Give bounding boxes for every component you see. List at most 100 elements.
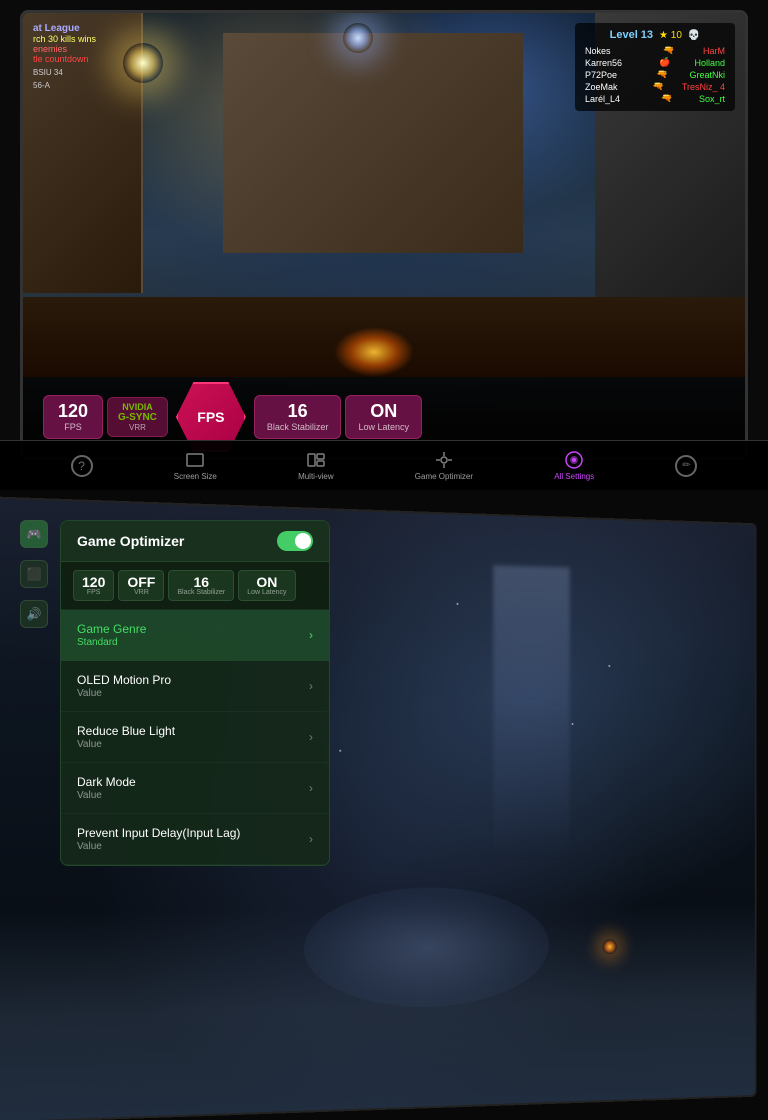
- menu-item-title: Game Genre: [77, 622, 146, 636]
- panel-title: Game Optimizer: [77, 533, 184, 549]
- menu-item-left: OLED Motion Pro Value: [77, 673, 171, 699]
- black-label: Black Stabilizer: [267, 422, 329, 432]
- optimizer-toggle[interactable]: [277, 531, 313, 551]
- all-settings-icon[interactable]: [564, 450, 584, 470]
- hud-kills: rch 30 kills wins: [33, 34, 96, 44]
- menu-item-value: Standard: [77, 637, 146, 648]
- help-nav-item[interactable]: ?: [71, 455, 93, 477]
- menu-item-game-genre[interactable]: Game Genre Standard ›: [61, 610, 329, 661]
- panel-black-label: Black Stabilizer: [177, 589, 225, 596]
- score-row: Nokes 🔫 HarM: [585, 45, 725, 56]
- gun-icon: 🔫: [663, 45, 674, 56]
- snow-particle: [571, 723, 573, 725]
- screen-size-nav-item[interactable]: Screen Size: [174, 450, 217, 481]
- panel-fps-stat: 120 FPS: [73, 570, 114, 601]
- device-icon: 🍎: [659, 57, 670, 68]
- multiview-label: Multi-view: [298, 472, 334, 481]
- score-row: P72Poe 🔫 GreatNki: [585, 69, 725, 80]
- menu-item-left: Reduce Blue Light Value: [77, 724, 175, 750]
- gun-icon: 🔫: [657, 69, 668, 80]
- multiview-icon[interactable]: [306, 450, 326, 470]
- fps-center-value: FPS: [197, 410, 224, 424]
- menu-item-prevent-input-delayinput-lag[interactable]: Prevent Input Delay(Input Lag) Value ›: [61, 814, 329, 865]
- chevron-right-icon: ›: [309, 628, 313, 642]
- player-name: P72Poe: [585, 70, 635, 80]
- all-settings-nav-item[interactable]: All Settings: [554, 450, 594, 481]
- skull-icon: 💀: [688, 30, 700, 41]
- snow-particle: [609, 665, 611, 667]
- snow-particle: [340, 750, 342, 752]
- snow-particle: [457, 603, 459, 605]
- side-rail: 🎮 ⬛ 🔊: [20, 520, 52, 628]
- game-optimizer-nav-item[interactable]: Game Optimizer: [415, 450, 473, 481]
- player-name: Larél_L4: [585, 94, 635, 104]
- menu-item-reduce-blue-light[interactable]: Reduce Blue Light Value ›: [61, 712, 329, 763]
- menu-item-title: Reduce Blue Light: [77, 724, 175, 738]
- gamepad-rail-icon[interactable]: 🎮: [20, 520, 48, 548]
- menu-item-oled-motion-pro[interactable]: OLED Motion Pro Value ›: [61, 661, 329, 712]
- light-center: [343, 23, 373, 53]
- menu-item-value: Value: [77, 688, 171, 699]
- hud-scoreboard: Level 13 ★ 10 💀 Nokes 🔫 HarM Karren56 🍎 …: [575, 23, 735, 111]
- multiview-nav-item[interactable]: Multi-view: [298, 450, 334, 481]
- player-name: ZoeMak: [585, 82, 635, 92]
- muzzle-flash: [334, 327, 414, 377]
- chevron-right-icon: ›: [309, 832, 313, 846]
- team2-score: Sox_rt: [699, 94, 725, 104]
- screen-rail-icon[interactable]: ⬛: [20, 560, 48, 588]
- level-badge: Level 13 ★ 10 💀: [585, 29, 725, 41]
- score-row: Larél_L4 🔫 Sox_rt: [585, 93, 725, 104]
- panel-vrr-label: VRR: [127, 589, 155, 596]
- hud-enemies: enemies: [33, 44, 96, 54]
- building-center: [223, 33, 523, 253]
- top-section: at League rch 30 kills wins enemies tle …: [0, 0, 768, 490]
- score-row: ZoeMak 🔫 TresNiz_ 4: [585, 81, 725, 92]
- waterfall: [493, 565, 569, 861]
- panel-fps-value: 120: [82, 575, 105, 589]
- fps-stat-badge: 120 FPS: [43, 395, 103, 439]
- screen-size-icon[interactable]: [185, 450, 205, 470]
- player-name: Karren56: [585, 58, 635, 68]
- nvidia-logo: NVIDIA: [122, 402, 153, 412]
- panel-header: Game Optimizer: [61, 521, 329, 562]
- level-text: Level 13: [610, 29, 653, 41]
- panel-latency-stat: ON Low Latency: [238, 570, 295, 601]
- menu-item-value: Value: [77, 790, 136, 801]
- gun-icon: 🔫: [653, 81, 664, 92]
- menu-item-value: Value: [77, 841, 240, 852]
- player-name: Nokes: [585, 46, 635, 56]
- latency-value: ON: [358, 402, 409, 420]
- edit-icon[interactable]: ✏: [675, 455, 697, 477]
- menu-item-left: Prevent Input Delay(Input Lag) Value: [77, 826, 240, 852]
- panel-vrr-value: OFF: [127, 575, 155, 589]
- menu-item-left: Dark Mode Value: [77, 775, 136, 801]
- gsync-sub: VRR: [129, 423, 146, 432]
- menu-item-dark-mode[interactable]: Dark Mode Value ›: [61, 763, 329, 814]
- team1-score: TresNiz_ 4: [682, 82, 725, 92]
- gsync-badge: NVIDIA G-SYNC VRR: [107, 397, 168, 437]
- toggle-knob: [295, 533, 311, 549]
- game-optimizer-label: Game Optimizer: [415, 472, 473, 481]
- latency-badge: ON Low Latency: [345, 395, 422, 439]
- team1-score: HarM: [703, 46, 725, 56]
- menu-item-title: Prevent Input Delay(Input Lag): [77, 826, 240, 840]
- screen-size-label: Screen Size: [174, 472, 217, 481]
- bottom-nav: ? Screen Size Multi-view: [0, 440, 768, 490]
- panel-vrr-stat: OFF VRR: [118, 570, 164, 601]
- help-icon[interactable]: ?: [71, 455, 93, 477]
- menu-item-left: Game Genre Standard: [77, 622, 146, 648]
- game-optimizer-icon[interactable]: [434, 450, 454, 470]
- panel-black-value: 16: [177, 575, 225, 589]
- panel-fps-label: FPS: [82, 589, 105, 596]
- edit-nav-item[interactable]: ✏: [675, 455, 697, 477]
- hud-title: at League: [33, 23, 96, 34]
- light-left: [123, 43, 163, 83]
- star-icon: ★ 10: [659, 30, 682, 41]
- volume-rail-icon[interactable]: 🔊: [20, 600, 48, 628]
- panel-black-stat: 16 Black Stabilizer: [168, 570, 234, 601]
- panel-latency-label: Low Latency: [247, 589, 286, 596]
- game-scene-top: at League rch 30 kills wins enemies tle …: [23, 13, 745, 457]
- black-stabilizer-badge: 16 Black Stabilizer: [254, 395, 342, 439]
- gsync-text: G-SYNC: [118, 412, 157, 423]
- fps-value: 120: [56, 402, 90, 420]
